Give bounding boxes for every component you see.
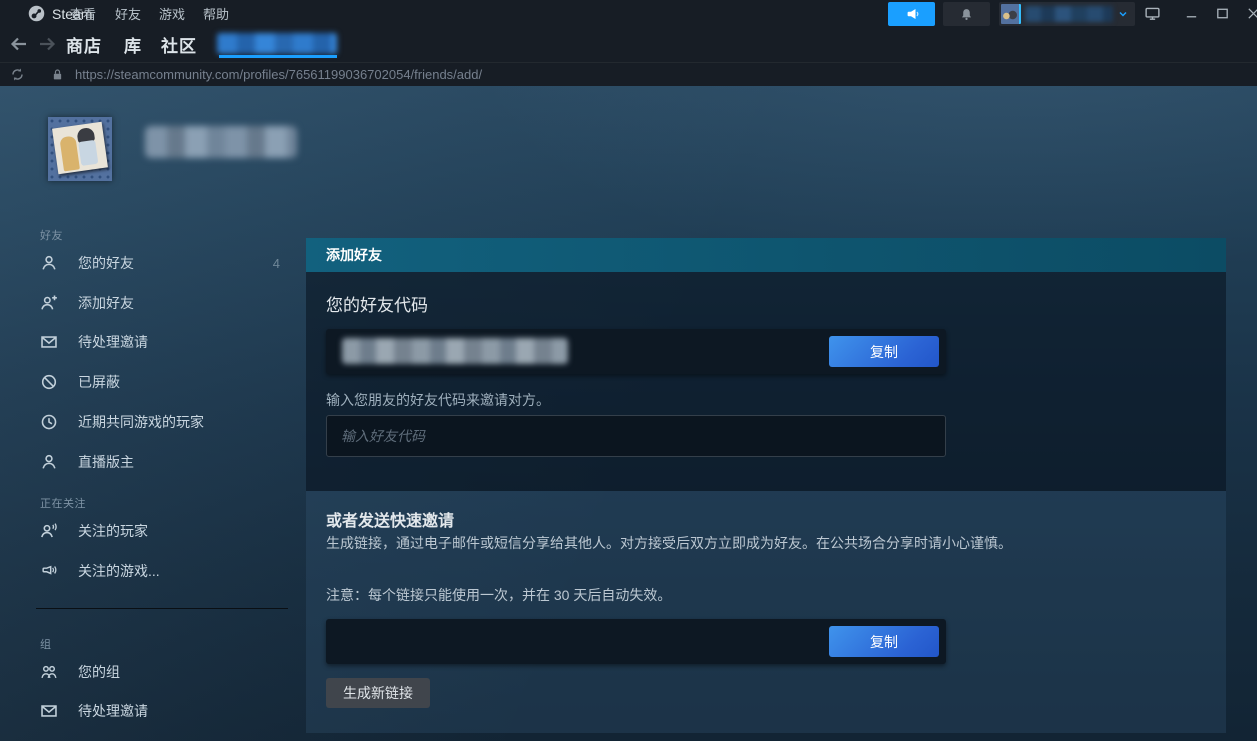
sidebar-item-followed-players[interactable]: 关注的玩家 (40, 517, 290, 545)
friend-code-blurred (342, 338, 568, 364)
sidebar-item-label: 关注的游戏... (78, 561, 290, 581)
megaphone-icon (40, 562, 58, 580)
tab-profile-name-blurred[interactable] (217, 33, 337, 54)
sidebar-section-groups: 组 (40, 636, 52, 652)
steam-logo-icon (28, 5, 45, 22)
notifications-button[interactable] (943, 2, 990, 26)
blocked-icon (40, 373, 58, 391)
sidebar-item-label: 关注的玩家 (78, 521, 290, 541)
urlbar: https://steamcommunity.com/profiles/7656… (0, 62, 1257, 86)
back-button[interactable] (9, 34, 29, 54)
user-icon (40, 254, 58, 272)
menu-help[interactable]: 帮助 (203, 0, 229, 27)
profile-name-blurred (145, 126, 297, 158)
refresh-icon[interactable] (10, 67, 25, 82)
sidebar-item-followed-games[interactable]: 关注的游戏... (40, 557, 290, 585)
clock-icon (40, 413, 58, 431)
account-name-blurred (1025, 6, 1113, 22)
quick-invite-title: 或者发送快速邀请 (326, 507, 454, 531)
user-icon (40, 453, 58, 471)
envelope-icon (40, 702, 58, 720)
sidebar-item-add-friend[interactable]: 添加好友 (40, 289, 290, 317)
close-button[interactable] (1245, 5, 1257, 22)
megaphone-icon (904, 6, 920, 22)
account-menu-button[interactable] (999, 2, 1135, 26)
sidebar-item-label: 待处理邀请 (78, 701, 290, 721)
friend-code-input[interactable] (326, 415, 946, 457)
page-title: 添加好友 (306, 238, 1226, 272)
sidebar-item-pending-invites[interactable]: 待处理邀请 (40, 328, 290, 356)
menu-view[interactable]: 查看 (70, 0, 96, 27)
envelope-icon (40, 333, 58, 351)
sidebar-item-label: 近期共同游戏的玩家 (78, 412, 290, 432)
sidebar-item-label: 待处理邀请 (78, 332, 290, 352)
copy-friend-code-button[interactable]: 复制 (829, 336, 939, 367)
quick-invite-note: 注意：每个链接只能使用一次，并在 30 天后自动失效。 (326, 585, 671, 605)
quick-invite-section: 或者发送快速邀请 生成链接，通过电子邮件或短信分享给其他人。对方接受后双方立即成… (306, 491, 1226, 733)
user-broadcast-icon (40, 522, 58, 540)
announcements-button[interactable] (888, 2, 935, 26)
invite-link-row: 复制 (326, 619, 946, 664)
sidebar-section-following: 正在关注 (40, 495, 86, 511)
friend-code-row: 复制 (326, 329, 946, 374)
users-icon (40, 663, 58, 681)
sidebar-item-label: 添加好友 (78, 293, 290, 313)
friend-code-hint: 输入您朋友的好友代码来邀请对方。 (326, 390, 550, 410)
url-text[interactable]: https://steamcommunity.com/profiles/7656… (75, 67, 482, 82)
sidebar-item-broadcast-moderators[interactable]: 直播版主 (40, 448, 290, 476)
profile-avatar[interactable] (48, 117, 112, 181)
menu-games[interactable]: 游戏 (159, 0, 185, 27)
sidebar-item-recently-played-with[interactable]: 近期共同游戏的玩家 (40, 408, 290, 436)
chevron-down-icon (1117, 8, 1129, 20)
friend-count-badge: 4 (273, 256, 280, 271)
tab-community[interactable]: 社区 (161, 30, 197, 58)
avatar-photo (52, 122, 108, 175)
quick-invite-description: 生成链接，通过电子邮件或短信分享给其他人。对方接受后双方立即成为好友。在公共场合… (326, 533, 1204, 554)
bell-icon (959, 7, 974, 22)
minimize-button[interactable] (1183, 5, 1200, 22)
tab-library[interactable]: 库 (124, 30, 142, 58)
sidebar-item-label: 直播版主 (78, 452, 290, 472)
lock-icon (51, 68, 64, 81)
forward-button[interactable] (37, 34, 57, 54)
sidebar-item-your-friends[interactable]: 您的好友 4 (40, 249, 290, 277)
sidebar-item-group-pending-invites[interactable]: 待处理邀请 (40, 697, 290, 725)
navbar: 商店 库 社区 (0, 27, 1257, 62)
account-avatar (1001, 4, 1021, 24)
sidebar-item-label: 您的组 (78, 662, 290, 682)
sidebar-item-your-groups[interactable]: 您的组 (40, 658, 290, 686)
sidebar-section-friends: 好友 (40, 227, 63, 243)
copy-invite-link-button[interactable]: 复制 (829, 626, 939, 657)
active-tab-underline (219, 55, 337, 58)
tab-store[interactable]: 商店 (66, 30, 102, 58)
menu-friends[interactable]: 好友 (115, 0, 141, 27)
friend-code-section: 您的好友代码 复制 输入您朋友的好友代码来邀请对方。 (306, 272, 1226, 491)
sidebar-divider (36, 608, 288, 609)
generate-new-link-button[interactable]: 生成新链接 (326, 678, 430, 708)
display-mode-button[interactable] (1144, 5, 1161, 22)
user-plus-icon (40, 294, 58, 312)
maximize-button[interactable] (1214, 5, 1231, 22)
sidebar-item-label: 您的好友 (78, 253, 273, 273)
sidebar-item-blocked[interactable]: 已屏蔽 (40, 368, 290, 396)
invite-link-blurred (342, 628, 642, 654)
titlebar: Steam 查看 好友 游戏 帮助 (0, 0, 1257, 27)
friend-code-title: 您的好友代码 (326, 291, 428, 316)
community-page: 好友 您的好友 4 添加好友 待处理邀请 已屏蔽 近期共同游戏的玩家 直播版主 … (0, 86, 1257, 741)
sidebar-item-label: 已屏蔽 (78, 372, 290, 392)
steam-client-window: Steam 查看 好友 游戏 帮助 (0, 0, 1257, 741)
